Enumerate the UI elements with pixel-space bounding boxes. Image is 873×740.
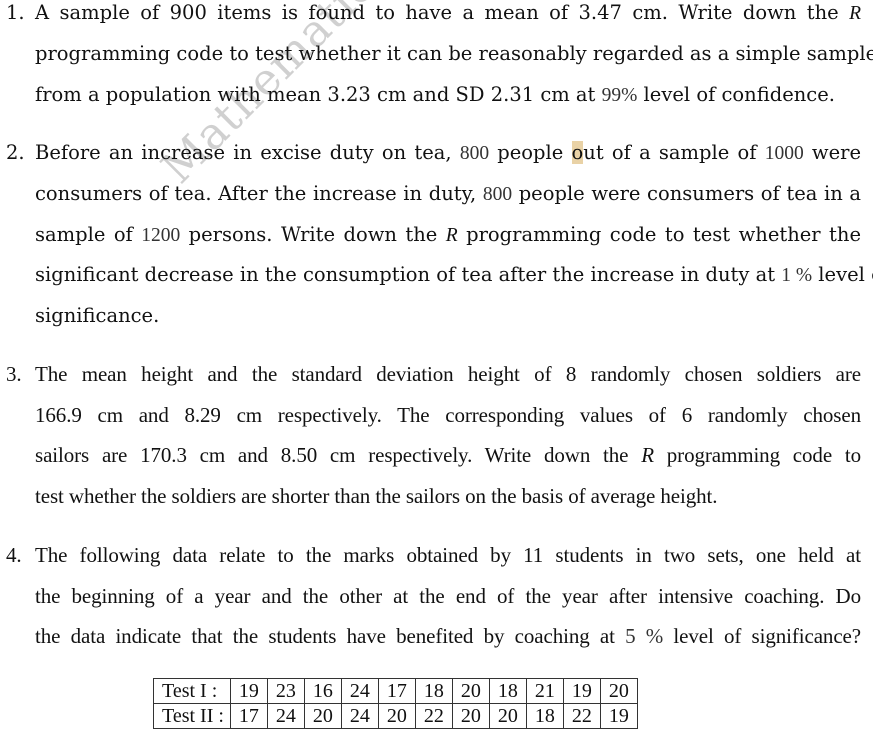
row-label: Test II : [153, 703, 231, 729]
question-number: 2. [6, 141, 25, 164]
question-line: A sample of 900 items is found to have a… [35, 1, 861, 24]
question-line: sailors are 170.3 cm and 8.50 cm respect… [35, 443, 861, 467]
r-symbol: R [641, 443, 654, 467]
document-page: Mathematics — SAS 1. A sample of 900 ite… [0, 0, 873, 740]
table-cell: 20 [599, 678, 638, 704]
table-cell: 22 [562, 703, 601, 729]
table-cell: 20 [377, 703, 416, 729]
table-cell: 22 [414, 703, 453, 729]
significance-level: 5 % [625, 624, 664, 648]
table-cell: 16 [303, 678, 342, 704]
r-symbol: R [445, 225, 458, 246]
r-symbol: R [849, 3, 861, 24]
table-cell: 24 [340, 678, 379, 704]
table-cell: 19 [229, 678, 268, 704]
question-line: significant decrease in the consumption … [35, 263, 873, 286]
table-cell: 17 [229, 703, 268, 729]
question-line: the data indicate that the students have… [35, 624, 861, 648]
table-cell: 20 [451, 678, 490, 704]
table-cell: 24 [266, 703, 305, 729]
table-cell: 23 [266, 678, 305, 704]
table-cell: 19 [599, 703, 638, 729]
table-cell: 20 [451, 703, 490, 729]
significance-level: 1 % [781, 265, 813, 286]
question-number: 1. [6, 1, 25, 24]
table-cell: 18 [488, 678, 527, 704]
question-line: 166.9 cm and 8.29 cm respectively. The c… [35, 403, 861, 427]
table-row: Test II :17 24 20 24 20 22 20 20 18 22 19 [153, 703, 638, 729]
question-line: programming code to test whether it can … [35, 42, 873, 65]
question-number: 3. [6, 362, 22, 386]
table-cell: 20 [303, 703, 342, 729]
table-cell: 19 [562, 678, 601, 704]
question-line: Before an increase in excise duty on tea… [35, 141, 862, 164]
marks-table: Test I :19 23 16 24 17 18 20 18 21 19 20 Test II :1… [153, 678, 638, 729]
row-label: Test I : [153, 678, 231, 704]
table-cell: 18 [414, 678, 453, 704]
confidence-level: 99% [601, 85, 638, 106]
question-line: consumers of tea. After the increase in … [35, 182, 862, 205]
text-highlight: o [571, 141, 584, 164]
question-line: The mean height and the standard deviati… [35, 362, 861, 386]
question-line: significance. [35, 304, 160, 327]
table-cell: 24 [340, 703, 379, 729]
table-cell: 20 [488, 703, 527, 729]
question-line: The following data relate to the marks o… [35, 543, 861, 567]
question-line: from a population with mean 3.23 cm and … [35, 83, 835, 106]
question-line: the beginning of a year and the other at… [35, 584, 861, 608]
table-cell: 21 [525, 678, 564, 704]
table-cell: 18 [525, 703, 564, 729]
table-cell: 17 [377, 678, 416, 704]
question-line: test whether the soldiers are shorter th… [35, 484, 718, 508]
question-line: sample of 1200 persons. Write down the R… [35, 223, 861, 246]
question-number: 4. [6, 543, 22, 567]
table-row: Test I :19 23 16 24 17 18 20 18 21 19 20 [153, 678, 638, 704]
